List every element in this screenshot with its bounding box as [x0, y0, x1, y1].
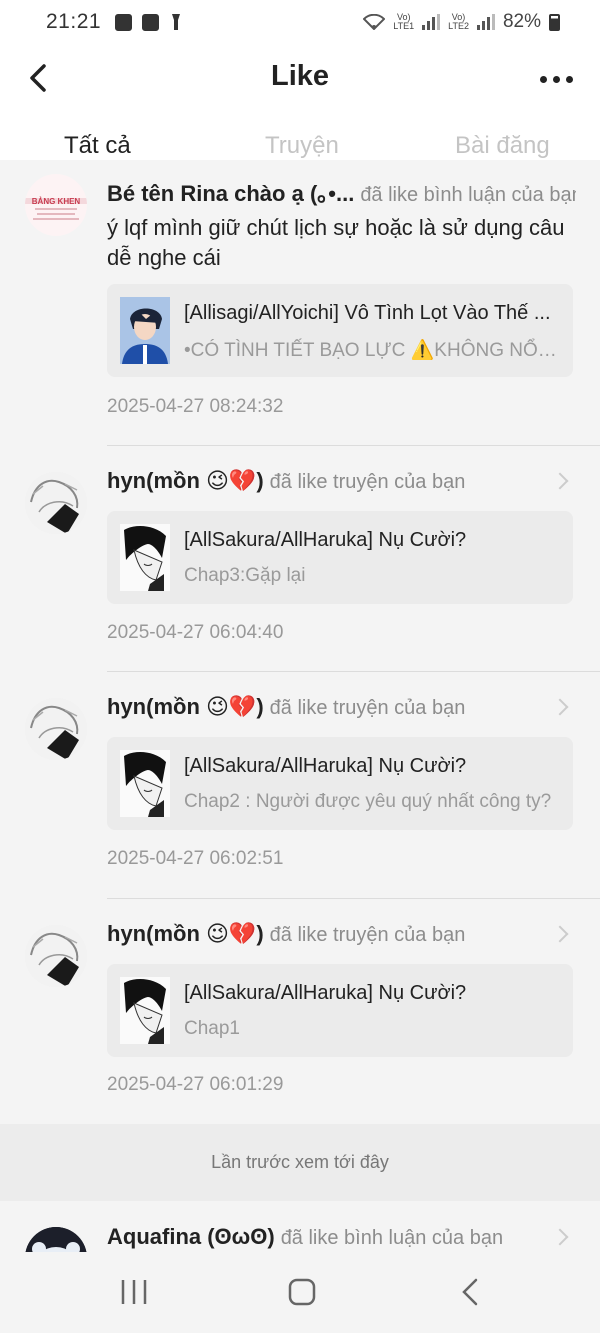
signal-icon [476, 14, 495, 30]
story-thumbnail [120, 297, 170, 364]
user-name[interactable]: hyn(mồn 😉💔) [107, 694, 264, 719]
avatar [25, 1227, 87, 1252]
avatar [25, 472, 87, 534]
story-card[interactable]: [AllSakura/AllHaruka] Nụ Cười? Chap3:Gặp… [107, 511, 573, 604]
story-subtitle: Chap2 : Người được yêu quý nhất công ty? [184, 791, 552, 812]
story-card[interactable]: [AllSakura/AllHaruka] Nụ Cười? Chap2 : N… [107, 737, 573, 830]
signal-icon [422, 14, 441, 30]
svg-text:BẢNG KHEN: BẢNG KHEN [32, 197, 81, 206]
story-thumbnail [120, 977, 170, 1044]
comment-text: ý lqf mình giữ chút lịch sự hoặc là sử d… [107, 215, 565, 270]
action-text: đã like bình luận của bạn [360, 184, 576, 206]
back-icon [462, 1278, 478, 1306]
action-text: đã like truyện của bạn [269, 471, 466, 493]
user-name[interactable]: hyn(mồn 😉💔) [107, 468, 264, 493]
flashlight-icon [172, 14, 181, 30]
story-thumbnail [120, 750, 170, 817]
story-subtitle: Chap1 [184, 1018, 240, 1039]
last-seen-marker: Lần trước xem tới đây [0, 1124, 600, 1201]
sim2-label: Vo) LTE2 [448, 12, 469, 31]
action-text: đã like bình luận của bạn [280, 1227, 504, 1249]
avatar [25, 925, 87, 987]
list-item[interactable]: hyn(mồn 😉💔) đã like truyện của bạn [AllSa… [0, 446, 600, 672]
recents-icon [121, 1280, 147, 1304]
nav-back-button[interactable] [440, 1270, 500, 1314]
tab-posts[interactable]: Bài đăng [455, 132, 550, 160]
check-icon [142, 13, 160, 31]
story-card[interactable]: [Allisagi/AllYoichi] Vô Tình Lọt Vào Thế… [107, 284, 573, 377]
recents-button[interactable] [104, 1270, 164, 1314]
story-title: [AllSakura/AllHaruka] Nụ Cười? [184, 982, 467, 1004]
avatar: BẢNG KHEN [25, 174, 87, 236]
battery-percent: 82% [502, 11, 541, 32]
tab-stories[interactable]: Truyện [265, 132, 339, 160]
more-dots-icon [539, 75, 547, 83]
status-time: 21:21 [46, 10, 102, 33]
timestamp: 2025-04-27 06:02:51 [107, 848, 284, 869]
user-name[interactable]: Bé tên Rina chào ạ (｡•... [107, 181, 354, 206]
home-icon [288, 1278, 316, 1306]
story-title: [Allisagi/AllYoichi] Vô Tình Lọt Vào Thế… [184, 302, 551, 324]
list-item[interactable]: hyn(mồn 😉💔) đã like truyện của bạn [AllSa… [0, 672, 600, 899]
story-title: [AllSakura/AllHaruka] Nụ Cười? [184, 529, 467, 551]
sim1-label: Vo) LTE1 [393, 12, 415, 31]
list-item[interactable]: BẢNG KHEN Bé tên Rina chào ạ (｡•... đã li… [0, 160, 600, 446]
battery-icon [549, 13, 560, 31]
timestamp: 2025-04-27 06:04:40 [107, 622, 284, 643]
story-subtitle: •CÓ TÌNH TIẾT BẠO LỰC ⚠️KHÔNG NỔI ... [184, 340, 559, 361]
timestamp: 2025-04-27 08:24:32 [107, 396, 284, 417]
status-bar: 21:21 Vo) LTE1 Vo) LTE2 82% [0, 0, 600, 44]
user-name[interactable]: Aquafina (ʘωʘ) [107, 1224, 275, 1249]
system-nav-bar [0, 1252, 600, 1333]
app-header: Like [0, 44, 600, 114]
action-text: đã like truyện của bạn [269, 924, 466, 946]
user-name[interactable]: hyn(mồn 😉💔) [107, 921, 264, 946]
list-item[interactable]: Aquafina (ʘωʘ) đã like bình luận của bạn [0, 1201, 600, 1252]
wifi-icon [363, 14, 386, 30]
action-text: đã like truyện của bạn [269, 697, 466, 719]
story-title: [AllSakura/AllHaruka] Nụ Cười? [184, 755, 467, 777]
home-button[interactable] [272, 1270, 332, 1314]
story-thumbnail [120, 524, 170, 591]
more-button[interactable] [536, 66, 576, 92]
avatar [25, 698, 87, 760]
list-item[interactable]: hyn(mồn 😉💔) đã like truyện của bạn [AllSa… [0, 899, 600, 1124]
gallery-icon [115, 13, 133, 31]
timestamp: 2025-04-27 06:01:29 [107, 1074, 284, 1095]
tab-all[interactable]: Tất cả [64, 132, 131, 160]
story-card[interactable]: [AllSakura/AllHaruka] Nụ Cười? Chap1 [107, 964, 573, 1057]
like-feed[interactable]: BẢNG KHEN Bé tên Rina chào ạ (｡•... đã li… [0, 160, 600, 1252]
story-subtitle: Chap3:Gặp lại [184, 565, 306, 586]
page-title: Like [270, 60, 330, 92]
